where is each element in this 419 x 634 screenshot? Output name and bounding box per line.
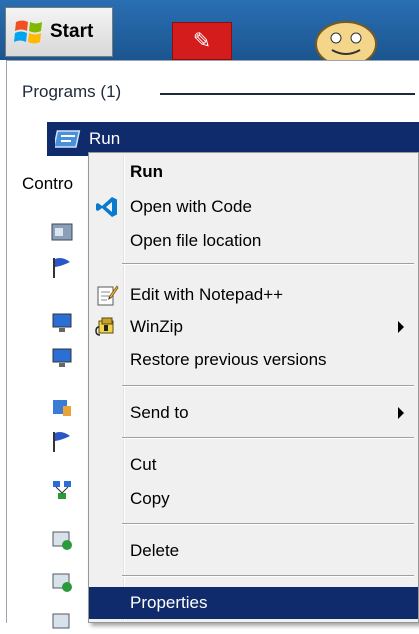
start-label: Start xyxy=(50,21,94,42)
submenu-arrow-icon xyxy=(398,407,404,419)
network-icon[interactable] xyxy=(50,478,74,502)
program-feature-icon-3[interactable] xyxy=(50,610,74,634)
character-app-icon[interactable] xyxy=(310,14,382,60)
vscode-icon xyxy=(96,197,117,217)
menu-separator xyxy=(122,385,414,387)
menu-item-open-with-code[interactable]: Open with Code xyxy=(89,191,418,223)
section-divider xyxy=(160,93,415,95)
menu-item-label: Send to xyxy=(130,403,189,422)
pdf-app-icon[interactable]: ✎ xyxy=(172,22,232,60)
program-feature-icon[interactable] xyxy=(50,528,74,552)
menu-separator xyxy=(122,263,414,265)
control-panel-section-header: Contro xyxy=(22,174,74,193)
run-label: Run xyxy=(89,129,121,148)
flag-icon-2[interactable] xyxy=(50,430,74,454)
notepad-plus-plus-icon xyxy=(97,285,119,306)
menu-separator xyxy=(122,575,414,577)
menu-item-properties[interactable]: Properties xyxy=(89,587,418,619)
program-result-run[interactable]: Run xyxy=(47,122,419,156)
menu-item-label: Delete xyxy=(130,541,180,560)
menu-item-delete[interactable]: Delete xyxy=(89,535,418,567)
menu-separator xyxy=(122,523,414,525)
monitor-icon-2[interactable] xyxy=(50,346,74,370)
menu-item-label: WinZip xyxy=(130,317,183,336)
start-button[interactable]: Start xyxy=(5,7,113,57)
flag-icon[interactable] xyxy=(50,256,74,280)
menu-item-restore-previous-versions[interactable]: Restore previous versions xyxy=(89,344,418,376)
menu-item-copy[interactable]: Copy xyxy=(89,483,418,515)
display-settings-icon[interactable] xyxy=(50,396,74,420)
menu-item-edit-with-notepad-plus-plus[interactable]: Edit with Notepad++ xyxy=(89,279,418,311)
menu-item-label: Properties xyxy=(130,593,208,612)
programs-section-header: Programs (1) xyxy=(22,82,130,102)
menu-item-send-to[interactable]: Send to xyxy=(89,397,418,429)
menu-item-label: Cut xyxy=(130,455,157,474)
window-settings-icon[interactable] xyxy=(50,220,74,244)
program-feature-icon-2[interactable] xyxy=(50,570,74,594)
menu-item-label: Open with Code xyxy=(130,197,252,216)
menu-item-label: Edit with Notepad++ xyxy=(130,285,284,304)
windows-logo-icon xyxy=(14,20,42,44)
run-icon xyxy=(55,130,81,148)
menu-item-label: Run xyxy=(130,162,164,181)
menu-item-label: Open file location xyxy=(130,231,262,250)
menu-item-cut[interactable]: Cut xyxy=(89,449,418,481)
menu-item-run[interactable]: Run xyxy=(89,156,418,188)
menu-item-label: Copy xyxy=(130,489,170,508)
context-menu: Run Open with Code Open file location Ed… xyxy=(88,152,419,623)
menu-separator xyxy=(122,437,414,439)
menu-item-open-file-location[interactable]: Open file location xyxy=(89,225,418,257)
monitor-icon[interactable] xyxy=(50,311,74,335)
winzip-icon xyxy=(95,317,114,336)
menu-item-label: Restore previous versions xyxy=(130,350,327,369)
menu-item-winzip[interactable]: WinZip xyxy=(89,311,418,343)
taskbar: Start ✎ xyxy=(0,0,419,60)
submenu-arrow-icon xyxy=(398,321,404,333)
